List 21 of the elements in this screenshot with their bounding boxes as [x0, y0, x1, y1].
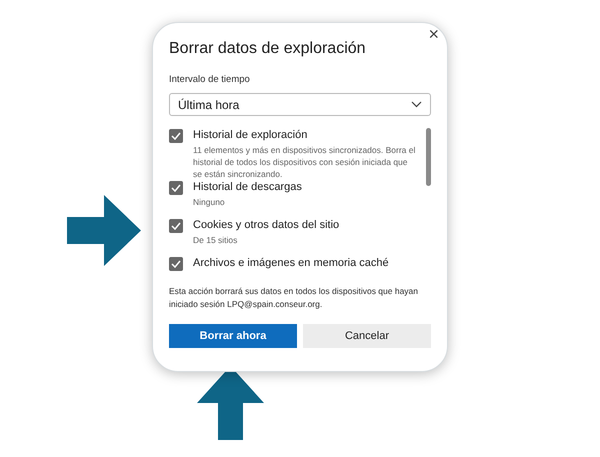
option-description: De 15 sitios: [193, 234, 238, 246]
delete-now-button[interactable]: Borrar ahora: [169, 324, 297, 348]
checkbox[interactable]: [169, 219, 183, 234]
scrollbar-thumb[interactable]: [426, 128, 431, 186]
option-title: Cookies y otros datos del sitio: [193, 218, 340, 232]
dialog-title: Borrar datos de exploración: [169, 39, 367, 59]
checkbox[interactable]: [169, 181, 183, 196]
info-text: Esta acción borrará sus datos en todos los dispositivos que hayan iniciado sesión LPQ@spain.conseur.org.: [169, 285, 420, 312]
option-title: Historial de exploración: [193, 128, 308, 142]
close-button[interactable]: ×: [428, 25, 439, 43]
checkbox[interactable]: [169, 257, 183, 272]
option-description: Ninguno: [193, 196, 226, 208]
checkbox[interactable]: [169, 129, 183, 144]
right-arrow-icon: [67, 195, 141, 266]
time-range-dropdown[interactable]: Última hora: [169, 93, 431, 116]
chevron-down-icon: [411, 101, 422, 108]
cancel-button[interactable]: Cancelar: [303, 324, 431, 348]
field-label: Intervalo de tiempo: [169, 73, 251, 87]
option-title: Archivos e imágenes en memoria caché: [193, 256, 389, 270]
option-description: 11 elementos y más en dispositivos sincronizados. Borra el historial de todos los dispositivos con sesión iniciada que se están sincronizando.: [193, 144, 416, 180]
option-title: Historial de descargas: [193, 180, 302, 194]
